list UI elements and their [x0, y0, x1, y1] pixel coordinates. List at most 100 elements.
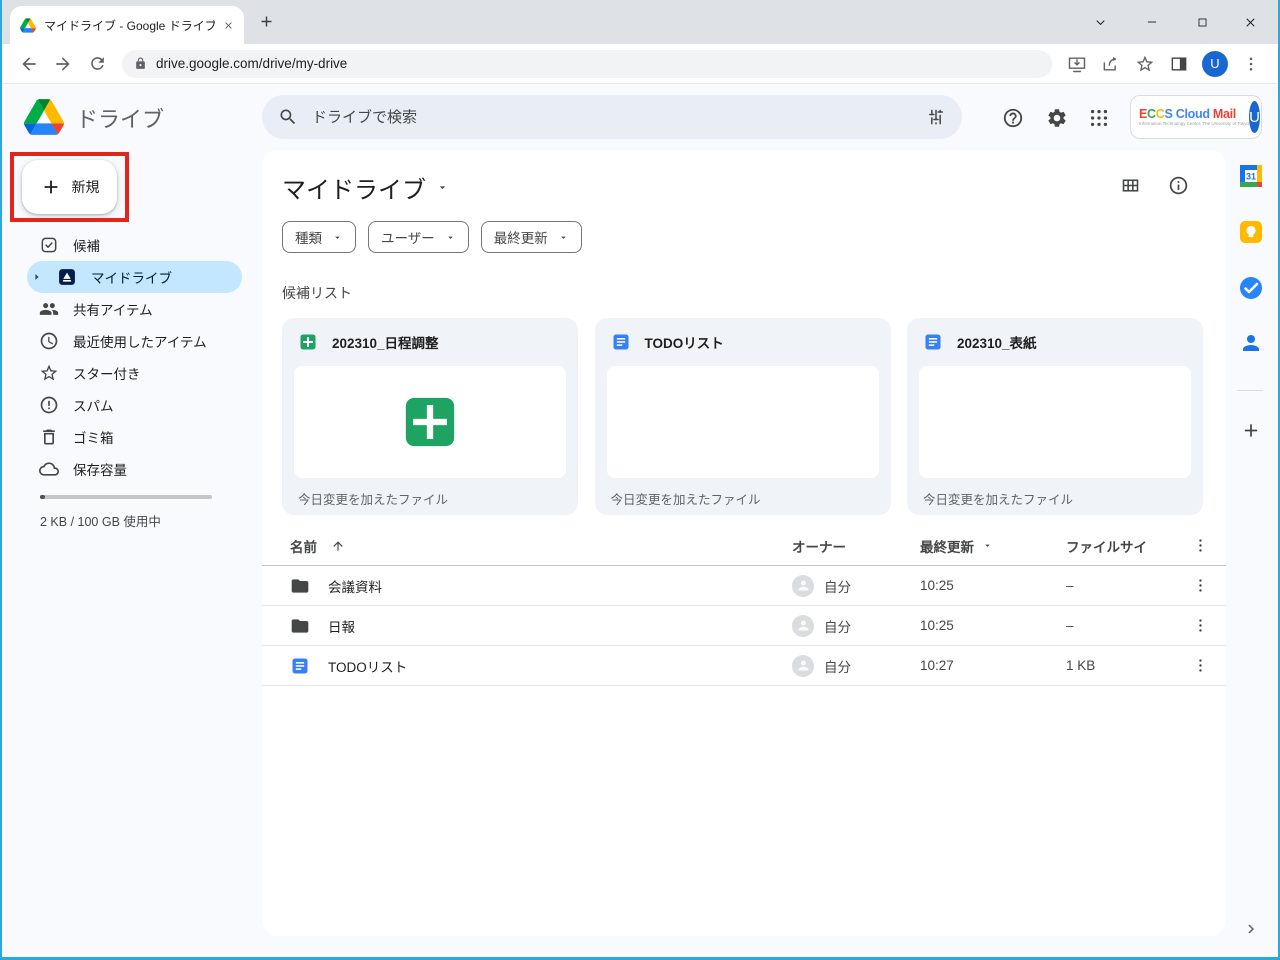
spam-icon [39, 395, 59, 415]
grid-view-icon[interactable] [1118, 173, 1142, 197]
title-dropdown-icon[interactable] [436, 181, 449, 194]
row-more-icon[interactable] [1174, 617, 1226, 634]
calendar-icon[interactable]: 31 [1238, 163, 1264, 194]
file-name: 会議資料 [328, 576, 382, 596]
sidebar-item-label: スパム [73, 395, 114, 415]
suggested-card-sheet[interactable]: 202310_日程調整 今日変更を加えたファイル [282, 318, 578, 515]
back-button[interactable] [12, 47, 46, 81]
file-size: 1 KB [1066, 658, 1095, 673]
tab-close-icon[interactable] [223, 20, 234, 31]
chevron-down-icon [332, 232, 343, 243]
info-icon[interactable] [1166, 173, 1190, 197]
rail-add-icon[interactable] [1241, 420, 1262, 446]
account-avatar[interactable]: U [1249, 101, 1260, 133]
suggested-card-todo[interactable]: TODOリスト 今日変更を加えたファイル [595, 318, 891, 515]
owner-name: 自分 [824, 576, 851, 596]
file-name: 日報 [328, 616, 355, 636]
page-title-row[interactable]: マイドライブ [282, 170, 449, 205]
sheets-file-icon [298, 332, 318, 352]
header-name[interactable]: 名前 [290, 536, 317, 556]
trash-icon [39, 427, 59, 447]
sidebar-item-suggested[interactable]: 候補 [27, 229, 242, 261]
page-title: マイドライブ [282, 170, 426, 205]
file-table: 名前 オーナー 最終更新 ファイルサイ 会議資料 [262, 526, 1226, 686]
window-minimize-button[interactable] [1130, 0, 1174, 44]
check-square-icon [39, 235, 59, 255]
window-close-button[interactable] [1228, 0, 1272, 44]
reload-button[interactable] [80, 47, 114, 81]
filter-chip-user[interactable]: ユーザー [368, 221, 469, 253]
side-panel-icon[interactable] [1162, 47, 1196, 81]
forward-button[interactable] [46, 47, 80, 81]
search-icon[interactable] [278, 107, 298, 127]
sidebar-item-storage[interactable]: 保存容量 [27, 453, 242, 485]
address-bar[interactable]: drive.google.com/drive/my-drive [122, 50, 1052, 78]
sidebar-item-starred[interactable]: スター付き [27, 357, 242, 389]
card-title: 202310_表紙 [957, 332, 1037, 352]
sort-caret-down-icon[interactable] [982, 540, 993, 551]
card-caption: 今日変更を加えたファイル [907, 478, 1203, 515]
storage-progress-bar [40, 495, 212, 499]
keep-icon[interactable] [1238, 219, 1264, 250]
account-chip[interactable]: ECCS Cloud Mail Information Technology C… [1130, 95, 1262, 139]
share-icon[interactable] [1094, 47, 1128, 81]
docs-file-icon [923, 332, 943, 352]
search-options-icon[interactable] [926, 107, 946, 127]
sidebar-item-label: 候補 [73, 235, 100, 255]
clock-icon [39, 331, 59, 351]
suggested-card-cover[interactable]: 202310_表紙 今日変更を加えたファイル [907, 318, 1203, 515]
search-bar[interactable] [262, 95, 962, 139]
table-row[interactable]: TODOリスト 自分 10:27 1 KB [262, 646, 1226, 686]
sidebar-item-my-drive[interactable]: マイドライブ [27, 261, 242, 293]
filter-chips: 種類 ユーザー 最終更新 [282, 221, 582, 253]
expand-arrow-icon[interactable] [31, 272, 43, 282]
sidebar-item-label: マイドライブ [91, 267, 172, 287]
file-size: – [1066, 618, 1074, 633]
sidebar-item-trash[interactable]: ゴミ箱 [27, 421, 242, 453]
owner-name: 自分 [824, 616, 851, 636]
window-chevron-button[interactable] [1078, 0, 1122, 44]
settings-gear-icon[interactable] [1045, 106, 1069, 130]
sidebar-item-recent[interactable]: 最近使用したアイテム [27, 325, 242, 357]
sidebar-item-label: 共有アイテム [73, 299, 153, 319]
card-preview [607, 366, 879, 478]
install-icon[interactable] [1060, 47, 1094, 81]
window-maximize-button[interactable] [1180, 0, 1224, 44]
docs-file-icon [290, 656, 310, 676]
app-name: ドライブ [76, 102, 164, 134]
card-title: 202310_日程調整 [332, 332, 439, 352]
card-preview [919, 366, 1191, 478]
table-row[interactable]: 日報 自分 10:25 – [262, 606, 1226, 646]
header-modified[interactable]: 最終更新 [920, 536, 974, 556]
tasks-icon[interactable] [1238, 275, 1264, 306]
row-more-icon[interactable] [1174, 657, 1226, 674]
bookmark-star-icon[interactable] [1128, 47, 1162, 81]
sheets-preview-icon [401, 393, 459, 451]
modified-time: 10:27 [920, 658, 954, 673]
filter-chip-type[interactable]: 種類 [282, 221, 356, 253]
file-size: – [1066, 578, 1074, 593]
chevron-down-icon [445, 232, 456, 243]
browser-tab[interactable]: マイドライブ - Google ドライブ [10, 6, 244, 44]
sort-arrow-up-icon[interactable] [331, 539, 345, 553]
table-row[interactable]: 会議資料 自分 10:25 – [262, 566, 1226, 606]
my-drive-icon [57, 267, 77, 287]
new-tab-button[interactable] [258, 13, 275, 30]
rail-expand-chevron-icon[interactable] [1242, 920, 1260, 943]
storage-progress-fill [40, 495, 45, 499]
browser-profile-avatar[interactable]: U [1202, 51, 1228, 77]
apps-grid-icon[interactable] [1087, 106, 1111, 130]
lock-icon[interactable] [134, 57, 147, 70]
filter-chip-modified[interactable]: 最終更新 [481, 221, 582, 253]
header-more-icon[interactable] [1174, 537, 1226, 554]
row-more-icon[interactable] [1174, 577, 1226, 594]
browser-menu-icon[interactable] [1234, 47, 1268, 81]
contacts-icon[interactable] [1239, 331, 1263, 360]
sidebar-item-shared[interactable]: 共有アイテム [27, 293, 242, 325]
drive-logo-icon[interactable] [24, 99, 64, 135]
sidebar-item-spam[interactable]: スパム [27, 389, 242, 421]
header-size[interactable]: ファイルサイ [1066, 540, 1147, 555]
help-icon[interactable] [1001, 106, 1025, 130]
search-input[interactable] [312, 109, 912, 126]
header-owner[interactable]: オーナー [792, 536, 846, 556]
